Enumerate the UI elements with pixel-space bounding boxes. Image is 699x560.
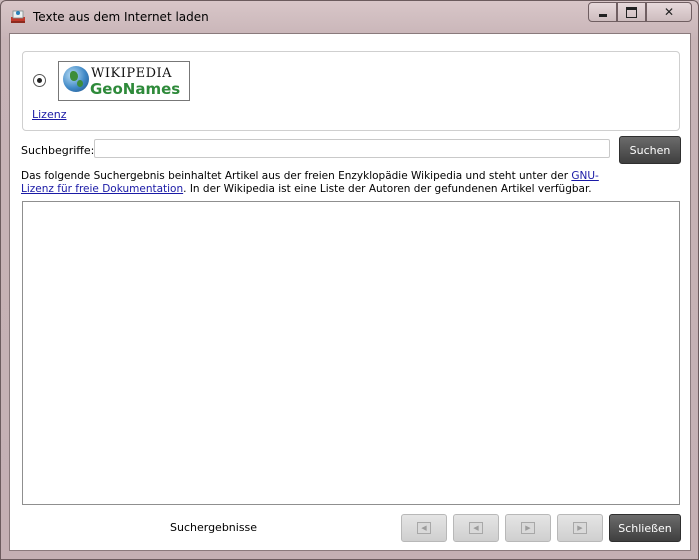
license-link[interactable]: Lizenz — [32, 108, 66, 121]
search-input[interactable] — [94, 139, 610, 158]
last-page-button[interactable]: ▶ — [557, 514, 603, 542]
close-window-button[interactable]: ✕ — [646, 2, 692, 22]
provider-group: WIKIPEDIA GeoNames Lizenz — [22, 51, 680, 131]
logo-wikipedia-text: WIKIPEDIA — [91, 66, 173, 81]
notice-text-after: . In der Wikipedia ist eine Liste der Au… — [183, 183, 592, 195]
maximize-button[interactable] — [617, 2, 646, 22]
first-page-button[interactable]: ◀ — [401, 514, 447, 542]
gnu-link-line1: GNU- — [571, 170, 599, 182]
results-label: Suchergebnisse — [170, 521, 258, 534]
search-button[interactable]: Suchen — [619, 136, 681, 164]
first-page-icon: ◀ — [417, 522, 431, 534]
next-page-icon: ▶ — [521, 522, 535, 534]
maximize-icon — [626, 6, 637, 18]
globe-icon — [63, 66, 89, 92]
previous-page-icon: ◀ — [469, 522, 483, 534]
notice-text-before: Das folgende Suchergebnis beinhaltet Art… — [21, 170, 572, 182]
license-notice: Das folgende Suchergebnis beinhaltet Art… — [21, 170, 661, 196]
next-page-button[interactable]: ▶ — [505, 514, 551, 542]
app-icon — [11, 10, 25, 23]
minimize-icon — [598, 13, 607, 17]
logo-geonames-text: GeoNames — [90, 80, 181, 98]
search-label: Suchbegriffe: — [21, 144, 95, 157]
gnu-link-line2: Lizenz für freie Dokumentation — [21, 183, 184, 195]
search-results-area[interactable] — [22, 201, 680, 505]
minimize-button[interactable] — [588, 2, 617, 22]
window-controls: ✕ — [588, 2, 692, 22]
last-page-icon: ▶ — [573, 522, 587, 534]
close-dialog-button[interactable]: Schließen — [609, 514, 681, 542]
dialog-window: Texte aus dem Internet laden ✕ WIKIPEDIA… — [0, 0, 699, 560]
window-title: Texte aus dem Internet laden — [33, 10, 209, 24]
close-icon: ✕ — [663, 5, 675, 19]
provider-radio[interactable] — [33, 74, 46, 87]
wikipedia-geonames-logo: WIKIPEDIA GeoNames — [58, 61, 190, 101]
dialog-content: WIKIPEDIA GeoNames Lizenz Suchbegriffe: … — [9, 33, 691, 551]
previous-page-button[interactable]: ◀ — [453, 514, 499, 542]
title-bar[interactable]: Texte aus dem Internet laden ✕ — [1, 1, 698, 33]
